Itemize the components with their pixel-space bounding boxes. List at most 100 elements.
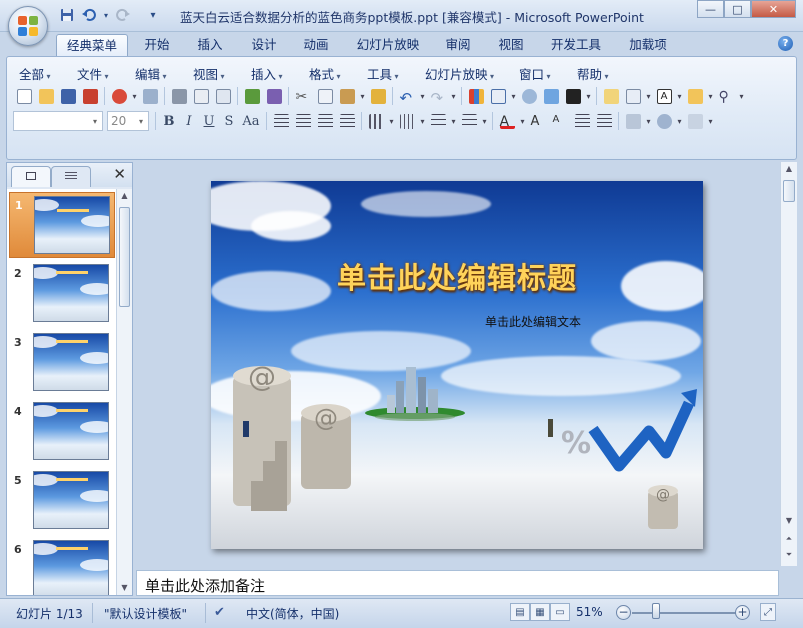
minimize-button[interactable]: —	[697, 0, 724, 18]
decrease-indent-icon[interactable]	[571, 110, 593, 132]
bold-button[interactable]: B	[159, 111, 179, 131]
scroll-up-icon[interactable]: ▲	[117, 189, 132, 203]
dropdown-arrow-icon[interactable]: ▾	[675, 92, 684, 101]
scrollbar-thumb[interactable]	[119, 207, 130, 307]
scrollbar-thumb[interactable]	[783, 180, 795, 202]
maximize-button[interactable]: □	[724, 0, 751, 18]
zoom-in-icon[interactable]: +	[735, 605, 750, 620]
redo-icon[interactable]: ↷	[427, 85, 449, 107]
slide-sorter-view-button[interactable]: ▦	[530, 603, 550, 621]
shadow-button[interactable]: S	[219, 111, 239, 131]
slide-thumbnail[interactable]: 1	[9, 192, 115, 258]
save-icon[interactable]	[57, 85, 79, 107]
tab-add-ins[interactable]: 加载项	[622, 34, 674, 56]
fit-to-window-icon[interactable]: ⤢	[760, 603, 776, 621]
undo-dropdown-icon[interactable]: ▾	[102, 6, 110, 24]
slide-area-scrollbar[interactable]: ▲ ▼ ⏶ ⏷	[780, 162, 797, 566]
slide-thumbnail[interactable]: 2	[9, 261, 115, 327]
arrange-icon[interactable]	[622, 110, 644, 132]
tab-view[interactable]: 视图	[491, 34, 531, 56]
folder-icon[interactable]	[684, 85, 706, 107]
close-pane-icon[interactable]: ✕	[113, 165, 126, 183]
dropdown-arrow-icon[interactable]: ▾	[509, 92, 518, 101]
zoom-out-icon[interactable]: −	[616, 605, 631, 620]
text-direction-icon[interactable]	[396, 110, 418, 132]
dropdown-arrow-icon[interactable]: ▾	[706, 117, 715, 126]
dropdown-arrow-icon[interactable]: ▾	[644, 117, 653, 126]
notes-pane[interactable]: 单击此处添加备注	[136, 570, 779, 596]
change-case-button[interactable]: Aa	[239, 111, 263, 131]
next-slide-icon[interactable]: ⏷	[781, 548, 797, 562]
tab-outline[interactable]	[51, 166, 91, 187]
zoom-level[interactable]: 51%	[576, 605, 603, 619]
tab-home[interactable]: 开始	[137, 34, 177, 56]
menu-format[interactable]: 格式	[309, 64, 341, 83]
menu-slide-show[interactable]: 幻灯片放映	[425, 64, 494, 83]
tab-slides[interactable]	[11, 166, 51, 187]
menu-tools[interactable]: 工具	[367, 64, 399, 83]
send-mail-icon[interactable]	[108, 85, 130, 107]
slides-pane-scrollbar[interactable]: ▲ ▼	[116, 189, 132, 595]
increase-indent-icon[interactable]	[593, 110, 615, 132]
menu-view[interactable]: 视图	[193, 64, 225, 83]
shape-effects-icon[interactable]	[684, 110, 706, 132]
new-slide-icon[interactable]	[600, 85, 622, 107]
italic-button[interactable]: I	[179, 111, 199, 131]
tab-slide-show[interactable]: 幻灯片放映	[352, 34, 424, 56]
align-right-icon[interactable]	[314, 110, 336, 132]
tab-developer[interactable]: 开发工具	[545, 34, 607, 56]
dropdown-arrow-icon[interactable]: ▾	[737, 92, 746, 101]
font-color-icon[interactable]: A	[496, 110, 518, 132]
spell-check-icon[interactable]: ✔	[214, 605, 225, 620]
customize-qat-icon[interactable]: ▾	[144, 6, 162, 24]
menu-window[interactable]: 窗口	[519, 64, 551, 83]
scroll-down-icon[interactable]: ▼	[117, 581, 132, 595]
slide-thumbnail[interactable]: 3	[9, 330, 115, 396]
design-template-name[interactable]: "默认设计模板"	[104, 605, 187, 622]
zoom-search-icon[interactable]: ⚲	[715, 85, 737, 107]
cut-icon[interactable]: ✂	[292, 85, 314, 107]
columns-icon[interactable]	[365, 110, 387, 132]
slide-layout-icon[interactable]	[622, 85, 644, 107]
tab-insert[interactable]: 插入	[190, 34, 230, 56]
paste-icon[interactable]	[336, 85, 358, 107]
page-setup-icon[interactable]	[212, 85, 234, 107]
dropdown-arrow-icon[interactable]: ▾	[675, 117, 684, 126]
quick-styles-icon[interactable]	[653, 110, 675, 132]
slide-thumbnail[interactable]: 4	[9, 399, 115, 465]
undo-icon[interactable]	[80, 6, 98, 24]
scroll-up-icon[interactable]: ▲	[781, 162, 797, 176]
numbering-icon[interactable]	[427, 110, 449, 132]
scroll-down-icon[interactable]: ▼	[781, 514, 797, 528]
align-left-icon[interactable]	[270, 110, 292, 132]
increase-font-icon[interactable]: A	[527, 110, 549, 132]
format-painter-icon[interactable]	[367, 85, 389, 107]
dropdown-arrow-icon[interactable]: ▾	[706, 92, 715, 101]
dropdown-arrow-icon[interactable]: ▾	[418, 117, 427, 126]
menu-edit[interactable]: 编辑	[135, 64, 167, 83]
underline-button[interactable]: U	[199, 111, 219, 131]
current-slide[interactable]: 单击此处编辑标题 单击此处编辑文本 @ @ @ %	[211, 181, 703, 549]
dropdown-arrow-icon[interactable]: ▾	[518, 117, 527, 126]
color-scheme-icon[interactable]	[562, 85, 584, 107]
zoom-slider[interactable]	[632, 612, 737, 614]
clip-art-icon[interactable]	[518, 85, 540, 107]
undo-icon[interactable]: ↶	[396, 85, 418, 107]
dropdown-arrow-icon[interactable]: ▾	[480, 117, 489, 126]
permission-icon[interactable]	[79, 85, 101, 107]
close-button[interactable]: ✕	[751, 0, 796, 18]
dropdown-arrow-icon[interactable]: ▾	[387, 117, 396, 126]
dropdown-arrow-icon[interactable]: ▾	[418, 92, 427, 101]
research-icon[interactable]	[263, 85, 285, 107]
slide-show-view-button[interactable]: ▭	[550, 603, 570, 621]
dropdown-arrow-icon[interactable]: ▾	[644, 92, 653, 101]
tab-design[interactable]: 设计	[244, 34, 284, 56]
chevron-down-icon[interactable]: ▾	[88, 112, 102, 130]
insert-chart-icon[interactable]	[465, 85, 487, 107]
normal-view-button[interactable]: ▤	[510, 603, 530, 621]
open-folder-icon[interactable]	[35, 85, 57, 107]
justify-icon[interactable]	[336, 110, 358, 132]
new-file-icon[interactable]	[13, 85, 35, 107]
menu-file[interactable]: 文件	[77, 64, 109, 83]
dropdown-arrow-icon[interactable]: ▾	[130, 92, 139, 101]
